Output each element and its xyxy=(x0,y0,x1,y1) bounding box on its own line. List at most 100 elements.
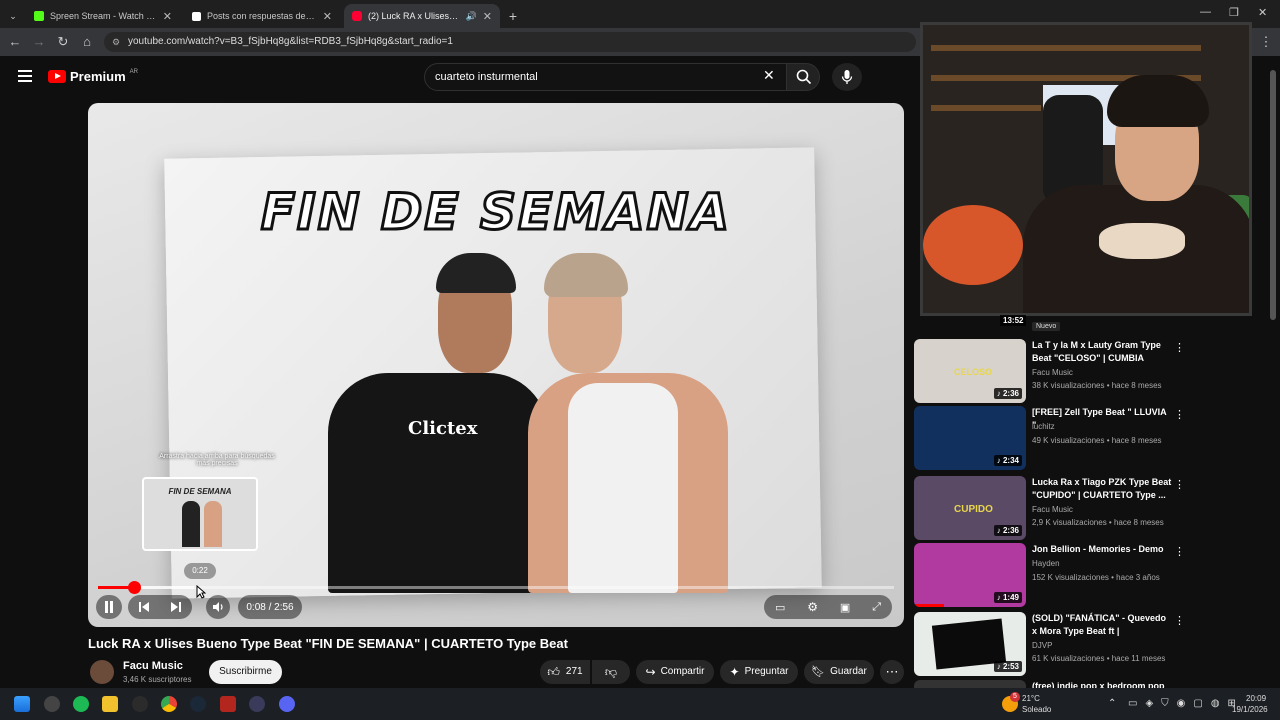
next-icon[interactable] xyxy=(170,601,182,613)
like-button[interactable]: 👍︎ 271 xyxy=(540,660,590,684)
more-actions-button[interactable]: ⋯ xyxy=(880,660,904,684)
video-title[interactable]: Jon Bellion - Memories - Demo xyxy=(1032,543,1172,556)
bookmark-icon: 🔖︎ xyxy=(811,666,826,678)
channel-name[interactable]: luchitz xyxy=(1032,422,1055,431)
video-thumbnail[interactable]: ♪ 2:53 xyxy=(914,612,1026,676)
prev-next-group xyxy=(128,595,192,619)
discord-icon[interactable] xyxy=(279,696,295,712)
url-text: youtube.com/watch?v=B3_fSjbHq8g&list=RDB… xyxy=(128,36,453,47)
video-title[interactable]: Lucka Ra x Tiago PZK Type Beat "CUPIDO" … xyxy=(1032,476,1172,502)
share-button[interactable]: ↪ Compartir xyxy=(636,660,714,684)
close-window-icon[interactable]: ✕ xyxy=(1258,6,1267,19)
reload-icon[interactable]: ↻ xyxy=(55,34,71,50)
more-options-icon[interactable]: ⋮ xyxy=(1174,614,1185,627)
search-button[interactable] xyxy=(786,63,820,91)
more-options-icon[interactable]: ⋮ xyxy=(1174,478,1185,491)
list-item[interactable]: ♪ 2:53 (SOLD) "FANÁTICA" - Quevedo x Mor… xyxy=(914,612,1274,676)
speaker-icon[interactable]: 🔊 xyxy=(466,11,477,22)
close-tab-icon[interactable]: ✕ xyxy=(483,10,492,23)
tray-icons[interactable]: ▭◈⛉◉▢◍⊞ xyxy=(1128,698,1244,709)
channel-name[interactable]: DJVP xyxy=(1032,641,1052,650)
more-options-icon[interactable]: ⋮ xyxy=(1174,545,1185,558)
app-icon[interactable] xyxy=(44,696,60,712)
video-thumbnail[interactable]: ♪ 2:34 xyxy=(914,406,1026,470)
theater-mode-icon[interactable]: ▣ xyxy=(840,601,850,614)
weather-badge: 5 xyxy=(1010,692,1020,702)
ask-button[interactable]: ✦ Preguntar xyxy=(720,660,798,684)
video-thumbnail[interactable]: CELOSO ♪ 2:36 xyxy=(914,339,1026,403)
pause-button[interactable] xyxy=(96,595,122,619)
windows-start-icon[interactable] xyxy=(14,696,30,712)
previous-icon[interactable] xyxy=(138,601,150,613)
tab-list-button[interactable]: ⌄ xyxy=(4,4,22,28)
list-item[interactable]: CUPIDO ♪ 2:36 Lucka Ra x Tiago PZK Type … xyxy=(914,476,1274,540)
minimize-icon[interactable]: — xyxy=(1200,6,1211,18)
channel-name[interactable]: Facu Music xyxy=(1032,368,1073,377)
chrome-icon[interactable] xyxy=(161,696,177,712)
clear-search-icon[interactable]: ✕ xyxy=(763,67,775,84)
video-title[interactable]: La T y la M x Lauty Gram Type Beat "CELO… xyxy=(1032,339,1172,365)
close-tab-icon[interactable]: ✕ xyxy=(323,10,332,23)
volume-icon xyxy=(213,602,223,612)
maximize-icon[interactable]: ❐ xyxy=(1229,6,1239,19)
more-options-icon[interactable]: ⋮ xyxy=(1174,408,1185,421)
progress-bar[interactable] xyxy=(98,581,894,594)
browser-menu-icon[interactable]: ⋮ xyxy=(1258,34,1274,50)
duration-text: 2:34 xyxy=(1002,456,1019,465)
fullscreen-icon[interactable]: ⤢ xyxy=(872,601,881,614)
volume-button[interactable] xyxy=(206,595,230,619)
video-thumbnail[interactable]: CUPIDO ♪ 2:36 xyxy=(914,476,1026,540)
browser-tab-kick[interactable]: Spreen Stream - Watch Live on ✕ xyxy=(26,4,180,28)
site-info-icon[interactable]: ⚙ xyxy=(112,32,120,52)
channel-avatar[interactable] xyxy=(90,660,114,684)
video-player[interactable]: FIN DE SEMANA Clictex Arrastra hacia arr… xyxy=(88,103,904,627)
subscribe-button[interactable]: Suscribirme xyxy=(209,660,282,684)
video-title[interactable]: (SOLD) "FANÁTICA" - Quevedo x Mora Type … xyxy=(1032,612,1172,638)
artist-left-body xyxy=(328,373,548,593)
video-meta: 2,9 K visualizaciones • hace 8 meses xyxy=(1032,518,1164,527)
app-icon[interactable] xyxy=(132,696,148,712)
home-icon[interactable]: ⌂ xyxy=(79,34,95,49)
scrubber-handle[interactable] xyxy=(127,581,141,594)
voice-search-button[interactable] xyxy=(832,63,862,91)
video-thumbnail[interactable] xyxy=(914,680,1026,688)
save-button[interactable]: 🔖︎ Guardar xyxy=(804,660,874,684)
channel-name[interactable]: Hayden xyxy=(1032,559,1060,568)
channel-name[interactable]: Facu Music xyxy=(123,660,183,672)
list-item[interactable]: (free) indie pop x bedroom pop xyxy=(914,680,1274,688)
youtube-favicon-icon xyxy=(352,11,362,21)
video-thumbnail[interactable]: ♪ 1:49 xyxy=(914,543,1026,607)
video-art-title: FIN DE SEMANA xyxy=(259,182,732,243)
settings-gear-icon[interactable]: ⚙ xyxy=(807,600,818,614)
back-icon[interactable]: ← xyxy=(7,34,23,49)
file-explorer-icon[interactable] xyxy=(102,696,118,712)
more-options-icon[interactable]: ⋮ xyxy=(1174,341,1185,354)
menu-icon[interactable] xyxy=(18,70,32,85)
time-display: 0:08 / 2:56 xyxy=(238,595,302,619)
app-icon[interactable] xyxy=(220,696,236,712)
app-icon[interactable] xyxy=(249,696,265,712)
clock-time[interactable]: 20:09 xyxy=(1246,694,1266,703)
new-tab-button[interactable]: + xyxy=(504,4,522,28)
list-item[interactable]: ♪ 1:49 Jon Bellion - Memories - Demo Hay… xyxy=(914,543,1274,607)
url-field[interactable]: ⚙ youtube.com/watch?v=B3_fSjbHq8g&list=R… xyxy=(104,32,916,52)
spotify-icon[interactable] xyxy=(73,696,89,712)
tray-chevron-icon[interactable]: ⌃ xyxy=(1108,698,1116,709)
dislike-button[interactable]: 👎︎ xyxy=(592,660,630,684)
sidebar-scrollbar[interactable] xyxy=(1270,70,1276,320)
duration-badge: ♪ 2:53 xyxy=(993,661,1022,672)
close-tab-icon[interactable]: ✕ xyxy=(163,10,172,23)
video-title: Luck RA x Ulises Bueno Type Beat "FIN DE… xyxy=(88,636,568,651)
forward-icon[interactable]: → xyxy=(31,34,47,49)
youtube-logo[interactable]: Premium AR xyxy=(48,69,138,84)
browser-tab-x[interactable]: Posts con respuestas de spreen ✕ xyxy=(184,4,340,28)
subtitles-icon[interactable]: ▭ xyxy=(775,601,785,614)
channel-name[interactable]: Facu Music xyxy=(1032,505,1073,514)
clock-date[interactable]: 19/1/2026 xyxy=(1232,705,1268,714)
list-item[interactable]: CELOSO ♪ 2:36 La T y la M x Lauty Gram T… xyxy=(914,339,1274,403)
steam-icon[interactable] xyxy=(190,696,206,712)
search-input[interactable]: cuarteto insturmental xyxy=(424,63,788,91)
browser-tab-youtube[interactable]: (2) Luck RA x Ulises Bueno 🔊 ✕ xyxy=(344,4,500,28)
video-title[interactable]: (free) indie pop x bedroom pop xyxy=(1032,680,1172,688)
list-item[interactable]: ♪ 2:34 [FREE] Zell Type Beat " LLUVIA " … xyxy=(914,406,1274,470)
